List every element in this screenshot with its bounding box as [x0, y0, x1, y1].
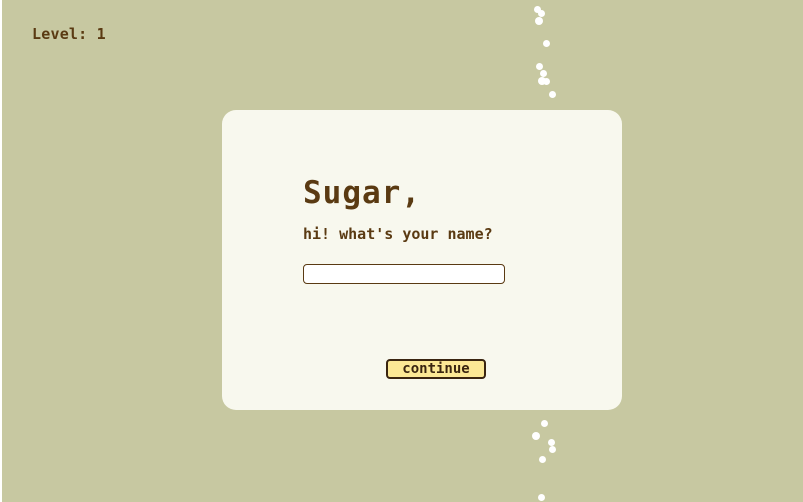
sugar-particle	[538, 494, 545, 501]
sugar-particle	[532, 432, 540, 440]
sugar-particle	[539, 456, 546, 463]
game-stage: Level: 1 Sugar, hi! what's your name? co…	[2, 0, 803, 502]
sugar-particle	[538, 10, 545, 17]
sugar-particle	[548, 439, 555, 446]
sugar-particle	[535, 17, 543, 25]
sugar-particle	[543, 40, 550, 47]
sugar-particle	[549, 91, 556, 98]
sugar-particle	[543, 78, 550, 85]
sugar-particle	[541, 420, 548, 427]
name-prompt: hi! what's your name?	[303, 225, 493, 243]
name-dialog: Sugar, hi! what's your name? continue	[222, 110, 622, 410]
dialog-title: Sugar,	[303, 175, 421, 211]
sugar-particle	[540, 70, 547, 77]
level-value: 1	[96, 25, 106, 43]
sugar-particle	[536, 63, 543, 70]
continue-button[interactable]: continue	[386, 359, 486, 379]
level-indicator: Level: 1	[32, 25, 106, 43]
name-input[interactable]	[303, 264, 505, 284]
level-label: Level:	[32, 25, 88, 43]
sugar-particle	[549, 446, 556, 453]
